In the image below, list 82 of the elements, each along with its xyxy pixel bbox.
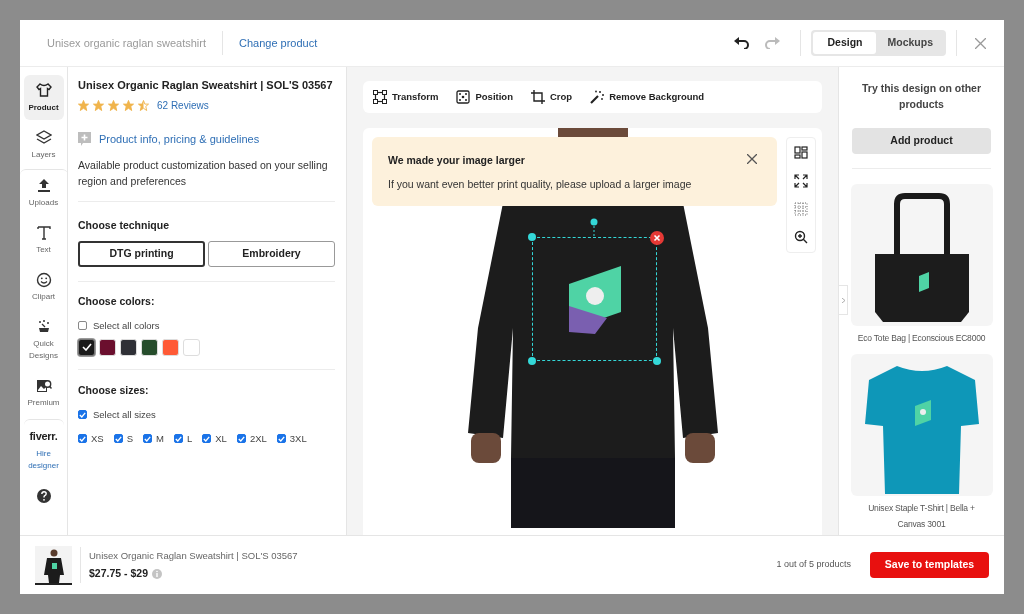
upload-icon [35,178,52,194]
change-product-link[interactable]: Change product [238,34,318,52]
transform-icon [373,90,387,104]
magic-wand-icon [590,90,605,104]
size-label: 3XL [289,431,307,446]
resize-handle[interactable] [653,357,661,365]
sidebar-item[interactable]: Quick Designs [23,311,64,368]
product-name: Unisex Staple T-Shirt | Bella + Canvas 3001 [867,502,976,531]
size-label: S [126,431,134,446]
size-label: M [156,431,164,446]
undo-icon[interactable] [734,37,750,49]
expand-button[interactable] [794,174,808,188]
delete-icon[interactable] [650,231,664,245]
color-swatch[interactable] [78,338,95,356]
add-product-button[interactable]: Add product [852,128,991,154]
sidebar-item[interactable]: fiverr. Hire designer [23,419,64,478]
size-label: XL [215,431,227,446]
product-count: 1 out of 5 products [776,558,851,572]
checkbox[interactable] [78,321,87,331]
panel-heading: Try this design on other products [861,81,982,112]
toolbar-button[interactable]: Remove Background [590,89,705,105]
dotted-grid-button[interactable] [794,202,808,216]
text-icon [35,225,52,241]
rotate-handle[interactable] [590,218,598,238]
logo-artwork [567,266,623,334]
size-label: XS [91,431,104,446]
save-to-templates-button[interactable]: Save to templates [870,552,989,578]
view-tab[interactable]: Mockups [876,32,944,54]
checkbox[interactable] [113,434,123,444]
checkbox[interactable] [236,434,246,444]
help-icon [35,487,52,504]
reviews-link[interactable]: 62 Reviews [157,97,209,113]
sidebar-item[interactable]: Clipart [23,264,64,309]
selection-frame[interactable] [532,237,657,361]
section-heading: Choose colors: [78,293,156,309]
product-name: Eco Tote Bag | Econscious EC8000 [856,332,987,345]
product-title: Unisex Organic Raglan Sweatshirt | SOL'S 03567 [78,78,334,93]
close-icon[interactable] [747,154,757,164]
layers-icon [35,130,52,146]
toolbar-button[interactable]: Transform [373,89,439,105]
position-icon [456,90,471,104]
checkbox[interactable] [276,434,286,444]
checkbox-label: Select all colors [93,318,160,333]
checkbox[interactable] [143,434,153,444]
sidebar-item[interactable]: Product [23,75,64,120]
crop-icon [530,90,545,104]
chevron-right-icon [841,297,845,303]
sidebar-item[interactable]: Uploads [20,169,67,215]
product-name: Unisex Organic Raglan Sweatshirt | SOL'S 03567 [89,548,298,563]
product-name: Unisex organic raglan sweatshirt [20,31,223,55]
view-tab[interactable]: Design [813,32,877,54]
technique-option[interactable]: DTG printing [78,240,205,267]
price-range: $27.75 - $29 [89,565,148,581]
notice-message: If you want even better print quality, please upload a larger image [388,176,693,192]
close-icon[interactable] [975,37,986,49]
checkbox[interactable] [78,434,87,444]
toolbar-button[interactable]: Crop [530,89,573,105]
checkbox[interactable] [173,434,183,444]
layout-grid-button[interactable] [794,146,808,160]
size-label: L [186,431,193,446]
sidebar-item[interactable]: Layers [23,122,64,167]
checkbox[interactable] [202,434,212,444]
section-heading: Choose sizes: [78,382,150,398]
toolbar-button[interactable]: Position [456,89,513,105]
tshirt-icon [35,83,52,99]
technique-option[interactable]: Embroidery [208,240,335,267]
image-search-icon [35,378,52,394]
resize-handle[interactable] [528,233,536,241]
description-text: Available product customization based on your selling region and preferences [78,157,335,202]
brand-logo: fiverr. [29,429,58,444]
info-badge-icon [78,131,91,146]
checkbox-label: Select all sizes [93,407,156,422]
resize-handle[interactable] [528,357,536,365]
sidebar-item[interactable]: Premium [23,370,64,415]
product-info-link[interactable]: Product info, pricing & guidelines [99,130,260,147]
size-label: 2XL [249,431,267,446]
sidebar-item[interactable]: Text [23,217,64,262]
zoom-in-button[interactable] [794,230,808,244]
notice-title: We made your image larger [388,153,525,168]
checkbox[interactable] [78,410,87,420]
section-heading: Choose technique [78,218,170,233]
smiley-icon [35,272,52,288]
